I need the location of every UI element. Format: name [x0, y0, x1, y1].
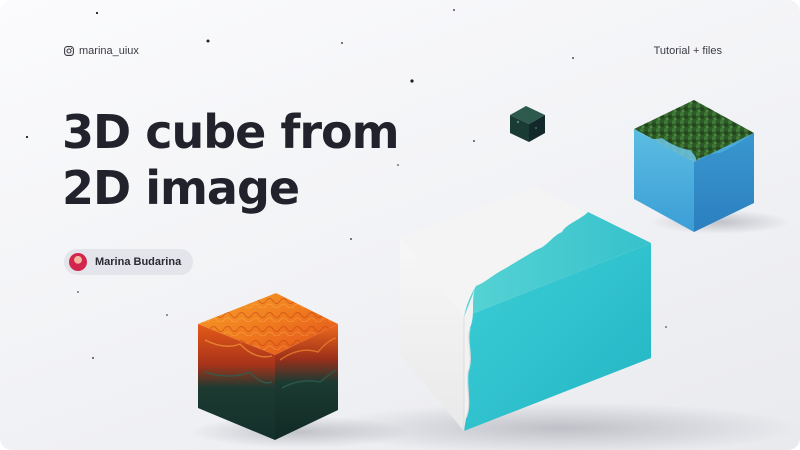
cubes-illustration	[25, 9, 800, 450]
dust-dot	[95, 11, 99, 15]
big-coast-cube	[400, 187, 651, 431]
dust-dot	[665, 326, 667, 328]
dust-dot	[397, 164, 399, 166]
dust-dot	[92, 357, 94, 359]
dust-dot	[77, 291, 79, 293]
dust-dot	[341, 42, 343, 44]
dust-dot	[410, 79, 414, 83]
small-dark-cube	[510, 106, 545, 142]
dust-dot	[572, 57, 574, 59]
dust-dot	[25, 135, 29, 139]
dust-dot	[350, 238, 352, 240]
thumbnail-card: marina_uiux Tutorial + files 3D cube fro…	[0, 0, 800, 450]
dust-dot	[166, 314, 168, 316]
dust-dot	[206, 39, 210, 43]
dust-dot	[453, 9, 455, 11]
dust-dot	[473, 140, 475, 142]
lava-cube	[198, 293, 338, 440]
